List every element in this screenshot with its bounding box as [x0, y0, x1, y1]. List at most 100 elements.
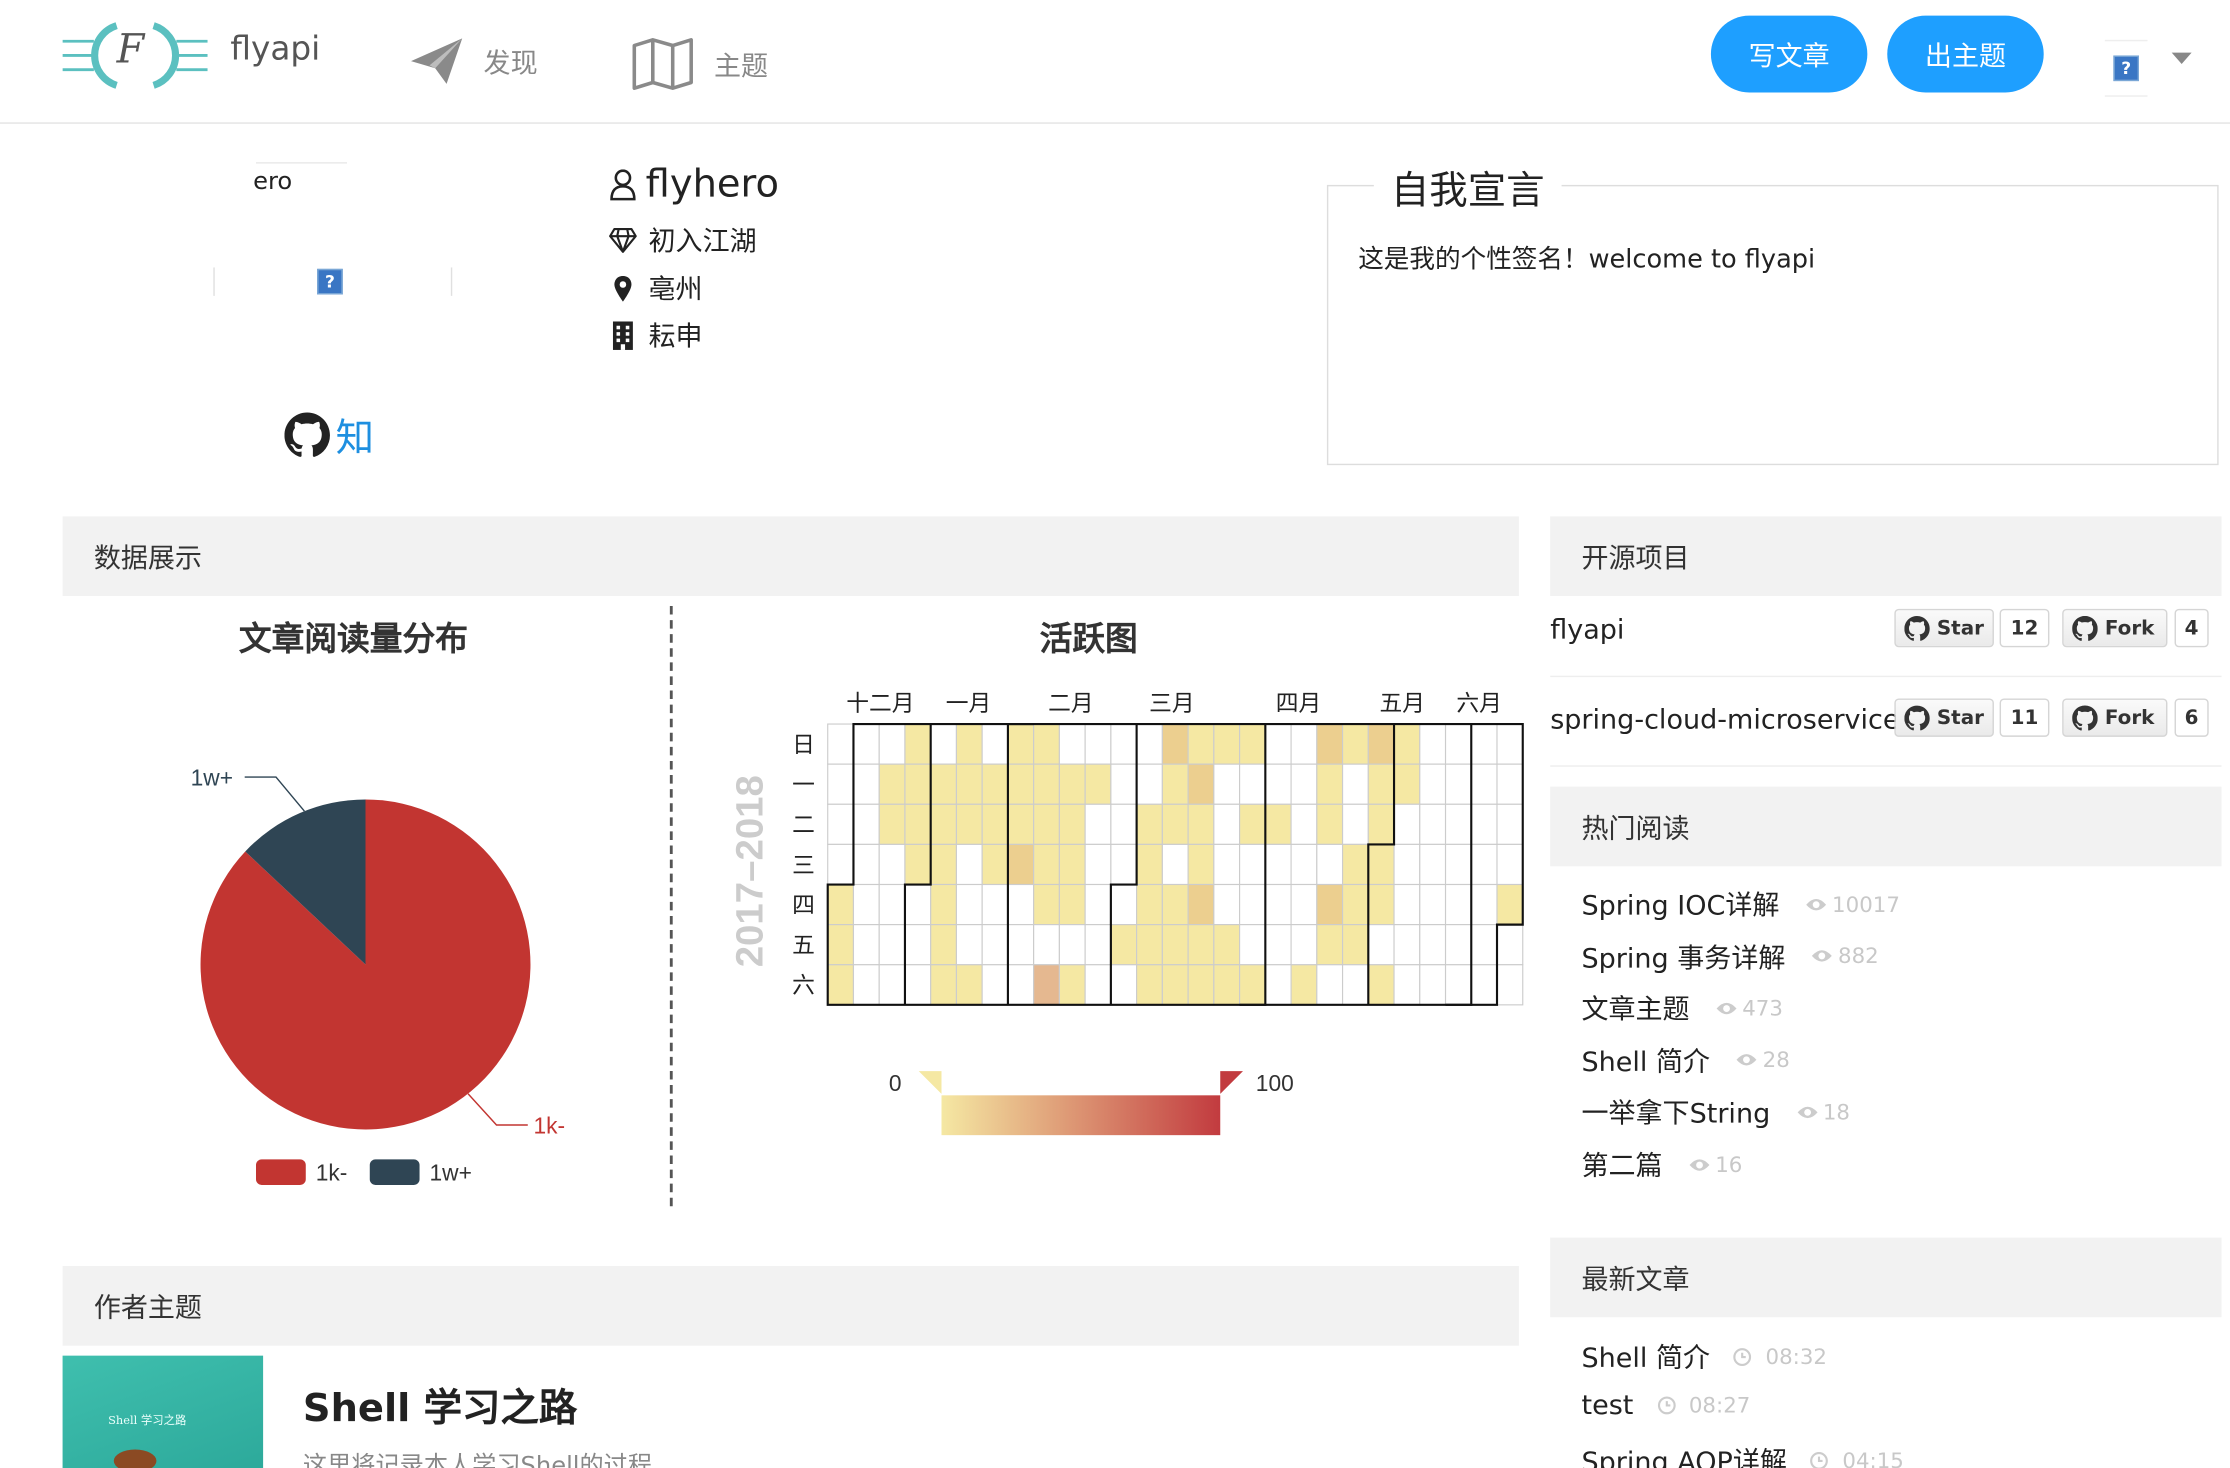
heatmap-cell[interactable]: [878, 723, 906, 765]
heatmap-cell[interactable]: [1161, 883, 1189, 926]
heatmap-cell[interactable]: [1058, 883, 1086, 926]
heatmap-cell[interactable]: [1419, 763, 1447, 805]
heatmap-cell[interactable]: [1136, 924, 1163, 966]
heatmap-cell[interactable]: [827, 924, 855, 966]
heatmap-cell[interactable]: [878, 883, 906, 926]
heatmap-cell[interactable]: [1496, 843, 1524, 886]
fork-count[interactable]: 4: [2174, 608, 2209, 648]
heatmap-cell[interactable]: [930, 843, 957, 886]
heatmap-cell[interactable]: [1444, 763, 1472, 805]
heatmap-cell[interactable]: [1187, 883, 1215, 926]
heatmap-cell[interactable]: [1316, 723, 1344, 765]
heatmap-cell[interactable]: [1419, 723, 1447, 765]
heatmap-cell[interactable]: [1290, 723, 1318, 765]
heatmap-cell[interactable]: [1161, 843, 1189, 886]
legend-swatch[interactable]: [255, 1159, 306, 1185]
heatmap-cell[interactable]: [1213, 763, 1241, 805]
heatmap-cell[interactable]: [1393, 924, 1421, 966]
heatmap-cell[interactable]: [981, 843, 1009, 886]
heatmap-cell[interactable]: [1007, 763, 1035, 805]
heatmap-cell[interactable]: [1264, 843, 1292, 886]
brand-name[interactable]: flyapi: [230, 31, 320, 68]
heatmap-cell[interactable]: [1239, 964, 1266, 1006]
heatmap-cell[interactable]: [1367, 924, 1395, 966]
heatmap-cell[interactable]: [1136, 883, 1163, 926]
heatmap-cell[interactable]: [827, 883, 855, 926]
heatmap-cell[interactable]: [1264, 803, 1292, 845]
heatmap-cell[interactable]: [1110, 883, 1138, 926]
heatmap-cell[interactable]: [1470, 843, 1498, 886]
latest-item[interactable]: Spring AOP详解 04:15: [1581, 1441, 1904, 1468]
heatmap-cell[interactable]: [955, 883, 983, 926]
heatmap-cell[interactable]: [1058, 723, 1086, 765]
heatmap-cell[interactable]: [1110, 924, 1138, 966]
heatmap-cell[interactable]: [1110, 723, 1138, 765]
heatmap-cell[interactable]: [904, 843, 932, 886]
hot-read-item[interactable]: 第二篇 16: [1581, 1145, 1742, 1183]
github-icon[interactable]: [284, 411, 330, 458]
hot-read-item[interactable]: 一举拿下String 18: [1581, 1093, 1850, 1131]
heatmap-cell[interactable]: [930, 883, 957, 926]
heatmap-cell[interactable]: [1316, 883, 1344, 926]
heatmap-cell[interactable]: [1316, 803, 1344, 845]
heatmap-cell[interactable]: [1136, 964, 1163, 1006]
heatmap-cell[interactable]: [1033, 843, 1060, 886]
heatmap-cell[interactable]: [1213, 723, 1241, 765]
heatmap-cell[interactable]: [930, 723, 957, 765]
heatmap-cell[interactable]: [1470, 883, 1498, 926]
heatmap-cell[interactable]: [1496, 803, 1524, 845]
heatmap-cell[interactable]: [1161, 924, 1189, 966]
heatmap-cell[interactable]: [1239, 883, 1266, 926]
heatmap-cell[interactable]: [1058, 964, 1086, 1006]
fork-button[interactable]: Fork: [2062, 698, 2168, 737]
visual-map-min-handle[interactable]: [918, 1071, 942, 1094]
latest-title[interactable]: test: [1581, 1389, 1633, 1420]
heatmap-cell[interactable]: [1084, 763, 1112, 805]
hot-read-title[interactable]: Shell 简介: [1581, 1041, 1710, 1079]
heatmap-cell[interactable]: [1161, 964, 1189, 1006]
visual-map-max-handle[interactable]: [1220, 1071, 1244, 1094]
heatmap-cell[interactable]: [955, 763, 983, 805]
create-topic-button[interactable]: 出主题: [1887, 15, 2044, 93]
heatmap-cell[interactable]: [1239, 843, 1266, 886]
heatmap-cell[interactable]: [1290, 763, 1318, 805]
star-count[interactable]: 12: [1999, 608, 2050, 648]
heatmap-cell[interactable]: [1367, 803, 1395, 845]
heatmap-cell[interactable]: [878, 964, 906, 1006]
heatmap-cell[interactable]: [955, 964, 983, 1006]
heatmap-cell[interactable]: [1213, 964, 1241, 1006]
latest-item[interactable]: Shell 简介 08:32: [1581, 1337, 1827, 1375]
heatmap-cell[interactable]: [904, 803, 932, 845]
heatmap-cell[interactable]: [1341, 964, 1369, 1006]
heatmap-cell[interactable]: [1496, 763, 1524, 805]
heatmap-cell[interactable]: [1007, 964, 1035, 1006]
heatmap-cell[interactable]: [1239, 763, 1266, 805]
heatmap-cell[interactable]: [852, 723, 880, 765]
heatmap-cell[interactable]: [1290, 964, 1318, 1006]
heatmap-cell[interactable]: [1033, 964, 1060, 1006]
heatmap-cell[interactable]: [1419, 843, 1447, 886]
heatmap-cell[interactable]: [955, 924, 983, 966]
chevron-down-icon[interactable]: [2170, 51, 2193, 65]
heatmap-cell[interactable]: [1290, 883, 1318, 926]
heatmap-cell[interactable]: [1290, 803, 1318, 845]
nav-topics[interactable]: 主题: [631, 37, 768, 91]
heatmap-cell[interactable]: [1393, 723, 1421, 765]
fork-button[interactable]: Fork: [2062, 608, 2168, 648]
star-button[interactable]: Star: [1894, 608, 1994, 648]
heatmap-cell[interactable]: [1058, 763, 1086, 805]
heatmap-cell[interactable]: [1496, 723, 1524, 765]
heatmap-cell[interactable]: [1470, 924, 1498, 966]
heatmap-cell[interactable]: [930, 964, 957, 1006]
latest-title[interactable]: Shell 简介: [1581, 1337, 1710, 1375]
heatmap-cell[interactable]: [1084, 723, 1112, 765]
heatmap-cell[interactable]: [1367, 843, 1395, 886]
nav-discover[interactable]: 发现: [410, 37, 538, 85]
write-article-button[interactable]: 写文章: [1710, 15, 1868, 93]
heatmap-cell[interactable]: [1084, 803, 1112, 845]
heatmap-cell[interactable]: [1496, 924, 1524, 966]
heatmap-cell[interactable]: [878, 763, 906, 805]
heatmap-cell[interactable]: [1341, 924, 1369, 966]
heatmap-cell[interactable]: [1084, 843, 1112, 886]
heatmap-cell[interactable]: [852, 883, 880, 926]
